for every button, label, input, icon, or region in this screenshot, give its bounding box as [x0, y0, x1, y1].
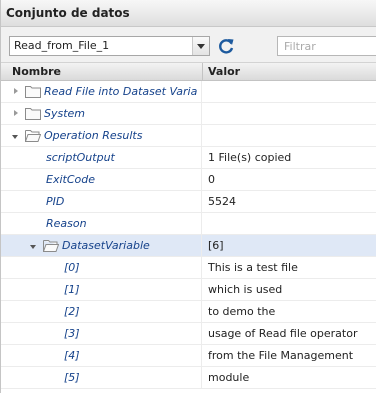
tree-row[interactable]: Reason: [1, 213, 376, 235]
tree-row[interactable]: System: [1, 103, 376, 125]
row-value: to demo the: [208, 305, 276, 318]
tree-row[interactable]: [3] usage of Read file operator: [1, 323, 376, 345]
row-name: ExitCode: [46, 173, 95, 186]
expand-arrow-icon[interactable]: [12, 103, 20, 124]
column-header-value[interactable]: Valor: [208, 63, 240, 80]
row-name: Read File into Dataset Varia: [44, 85, 198, 98]
collapse-arrow-icon[interactable]: [30, 235, 38, 256]
tree-row[interactable]: Read File into Dataset Varia: [1, 81, 376, 103]
tree-row[interactable]: PID 5524: [1, 191, 376, 213]
row-name: [2]: [64, 305, 80, 318]
row-name: [1]: [64, 283, 80, 296]
tree-row[interactable]: [4] from the File Management: [1, 345, 376, 367]
row-name: PID: [46, 195, 65, 208]
tree-row[interactable]: Operation Results: [1, 125, 376, 147]
row-value: [6]: [208, 239, 224, 252]
folder-icon: [25, 86, 41, 98]
row-name: [5]: [64, 371, 80, 384]
dataset-select-value: Read_from_File_1: [14, 39, 110, 52]
chevron-down-icon[interactable]: [192, 37, 209, 55]
expand-arrow-icon[interactable]: [12, 81, 20, 102]
row-name: Operation Results: [44, 129, 143, 142]
tree-row[interactable]: [5] module: [1, 367, 376, 389]
panel-title: Conjunto de datos: [1, 0, 376, 27]
row-value: 5524: [208, 195, 236, 208]
row-name: System: [44, 107, 86, 120]
row-name: [0]: [64, 261, 80, 274]
row-name: [4]: [64, 349, 80, 362]
tree-row[interactable]: [2] to demo the: [1, 301, 376, 323]
row-name: DatasetVariable: [62, 239, 150, 252]
column-header-name[interactable]: Nombre: [12, 63, 61, 80]
row-value: 0: [208, 173, 215, 186]
tree-row[interactable]: [0] This is a test file: [1, 257, 376, 279]
tree-row[interactable]: ExitCode 0: [1, 169, 376, 191]
tree-row[interactable]: [1] which is used: [1, 279, 376, 301]
row-name: scriptOutput: [46, 151, 115, 164]
tree-row-selected[interactable]: DatasetVariable [6]: [1, 235, 376, 257]
tree-row[interactable]: scriptOutput 1 File(s) copied: [1, 147, 376, 169]
row-value: This is a test file: [208, 261, 298, 274]
filter-input[interactable]: [277, 36, 376, 56]
dataset-select[interactable]: Read_from_File_1: [9, 36, 210, 56]
row-value: which is used: [208, 283, 283, 296]
refresh-icon[interactable]: [216, 36, 236, 56]
collapse-arrow-icon[interactable]: [12, 125, 20, 146]
row-value: 1 File(s) copied: [208, 151, 292, 164]
row-value: usage of Read file operator: [208, 327, 358, 340]
grid-header: Nombre Valor: [1, 63, 376, 81]
row-value: module: [208, 371, 250, 384]
column-separator: [202, 63, 203, 81]
toolbar: Read_from_File_1: [1, 27, 376, 63]
dataset-panel: Conjunto de datos Read_from_File_1 Nombr…: [0, 0, 376, 393]
folder-open-icon: [25, 130, 41, 142]
row-name: [3]: [64, 327, 80, 340]
folder-open-icon: [43, 240, 59, 252]
row-value: from the File Management: [208, 349, 354, 362]
folder-icon: [25, 108, 41, 120]
row-name: Reason: [46, 217, 87, 230]
